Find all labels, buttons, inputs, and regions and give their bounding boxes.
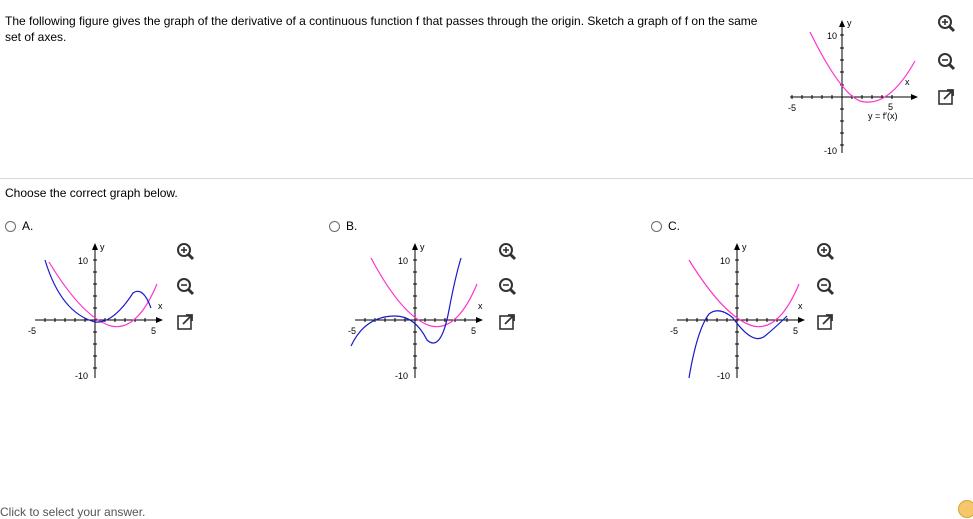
zoom-in-icon [938, 15, 956, 33]
option-b-label: B. [346, 219, 358, 233]
option-b-x-right: 5 [471, 326, 476, 336]
radio-c[interactable] [651, 220, 662, 232]
option-b-popout-button[interactable] [496, 311, 518, 333]
option-a-y-top: 10 [78, 256, 88, 266]
option-c-y-top: 10 [720, 256, 730, 266]
option-a-label: A. [22, 219, 34, 233]
option-b-y-label: y [420, 242, 425, 252]
option-c-x-label: x [798, 301, 803, 311]
option-a-x-label: x [158, 301, 163, 311]
option-b-candidate-curve [350, 257, 462, 347]
option-b-y-bottom: -10 [395, 371, 408, 381]
option-c-y-label: y [742, 242, 747, 252]
option-a-graph: y x 10 -10 -5 5 [28, 242, 163, 381]
option-a-popout-button[interactable] [174, 311, 196, 333]
option-c-popout-button[interactable] [814, 311, 836, 333]
zoom-out-button[interactable] [935, 51, 957, 73]
option-c-graph: y x 10 -10 -5 5 [670, 242, 805, 381]
zoom-in-icon [177, 243, 195, 261]
option-c-x-right: 5 [793, 326, 798, 336]
y-top-tick: 10 [827, 31, 837, 41]
zoom-in-icon [817, 243, 835, 261]
popout-icon [938, 89, 954, 105]
curve-label: y = f′(x) [868, 111, 897, 121]
option-a[interactable]: A. [5, 219, 33, 233]
option-a-y-bottom: -10 [75, 371, 88, 381]
help-icon[interactable] [958, 500, 973, 518]
option-c-label: C. [668, 219, 680, 233]
popout-icon [177, 314, 193, 330]
option-a-y-label: y [100, 242, 105, 252]
derivative-graph: y x 10 -10 -5 5 y = f′(x) [788, 18, 918, 156]
option-b-graph: y x 10 -10 -5 5 [348, 242, 483, 381]
option-c-zoom-in-button[interactable] [814, 241, 836, 263]
y-axis-label: y [847, 18, 852, 28]
option-b[interactable]: B. [329, 219, 357, 233]
radio-a[interactable] [5, 220, 16, 232]
derivative-curve [809, 31, 916, 103]
option-a-zoom-out-button[interactable] [174, 276, 196, 298]
option-a-x-right: 5 [151, 326, 156, 336]
option-c[interactable]: C. [651, 219, 680, 233]
option-a-derivative-curve [48, 261, 158, 328]
popout-icon [817, 314, 833, 330]
footer-instruction: Click to select your answer. [0, 505, 146, 519]
popout-button[interactable] [935, 86, 957, 108]
zoom-out-icon [938, 53, 956, 71]
x-left-tick: -5 [788, 103, 796, 113]
x-axis-label: x [905, 77, 910, 87]
option-c-derivative-curve [688, 259, 800, 328]
radio-b[interactable] [329, 220, 340, 232]
option-b-y-top: 10 [398, 256, 408, 266]
zoom-out-icon [817, 278, 835, 296]
y-bottom-tick: -10 [824, 146, 837, 156]
popout-icon [499, 314, 515, 330]
option-a-zoom-in-button[interactable] [174, 241, 196, 263]
option-b-x-label: x [478, 301, 483, 311]
prompt-text: Choose the correct graph below. [5, 186, 178, 200]
zoom-in-icon [499, 243, 517, 261]
option-c-y-bottom: -10 [717, 371, 730, 381]
option-a-candidate-curve [44, 259, 152, 323]
option-a-x-left: -5 [28, 326, 36, 336]
question-text: The following figure gives the graph of … [5, 14, 758, 44]
option-b-x-left: -5 [348, 326, 356, 336]
zoom-in-button[interactable] [935, 13, 957, 35]
option-c-x-left: -5 [670, 326, 678, 336]
option-b-zoom-in-button[interactable] [496, 241, 518, 263]
zoom-out-icon [499, 278, 517, 296]
option-b-zoom-out-button[interactable] [496, 276, 518, 298]
option-c-zoom-out-button[interactable] [814, 276, 836, 298]
divider [0, 178, 973, 179]
zoom-out-icon [177, 278, 195, 296]
